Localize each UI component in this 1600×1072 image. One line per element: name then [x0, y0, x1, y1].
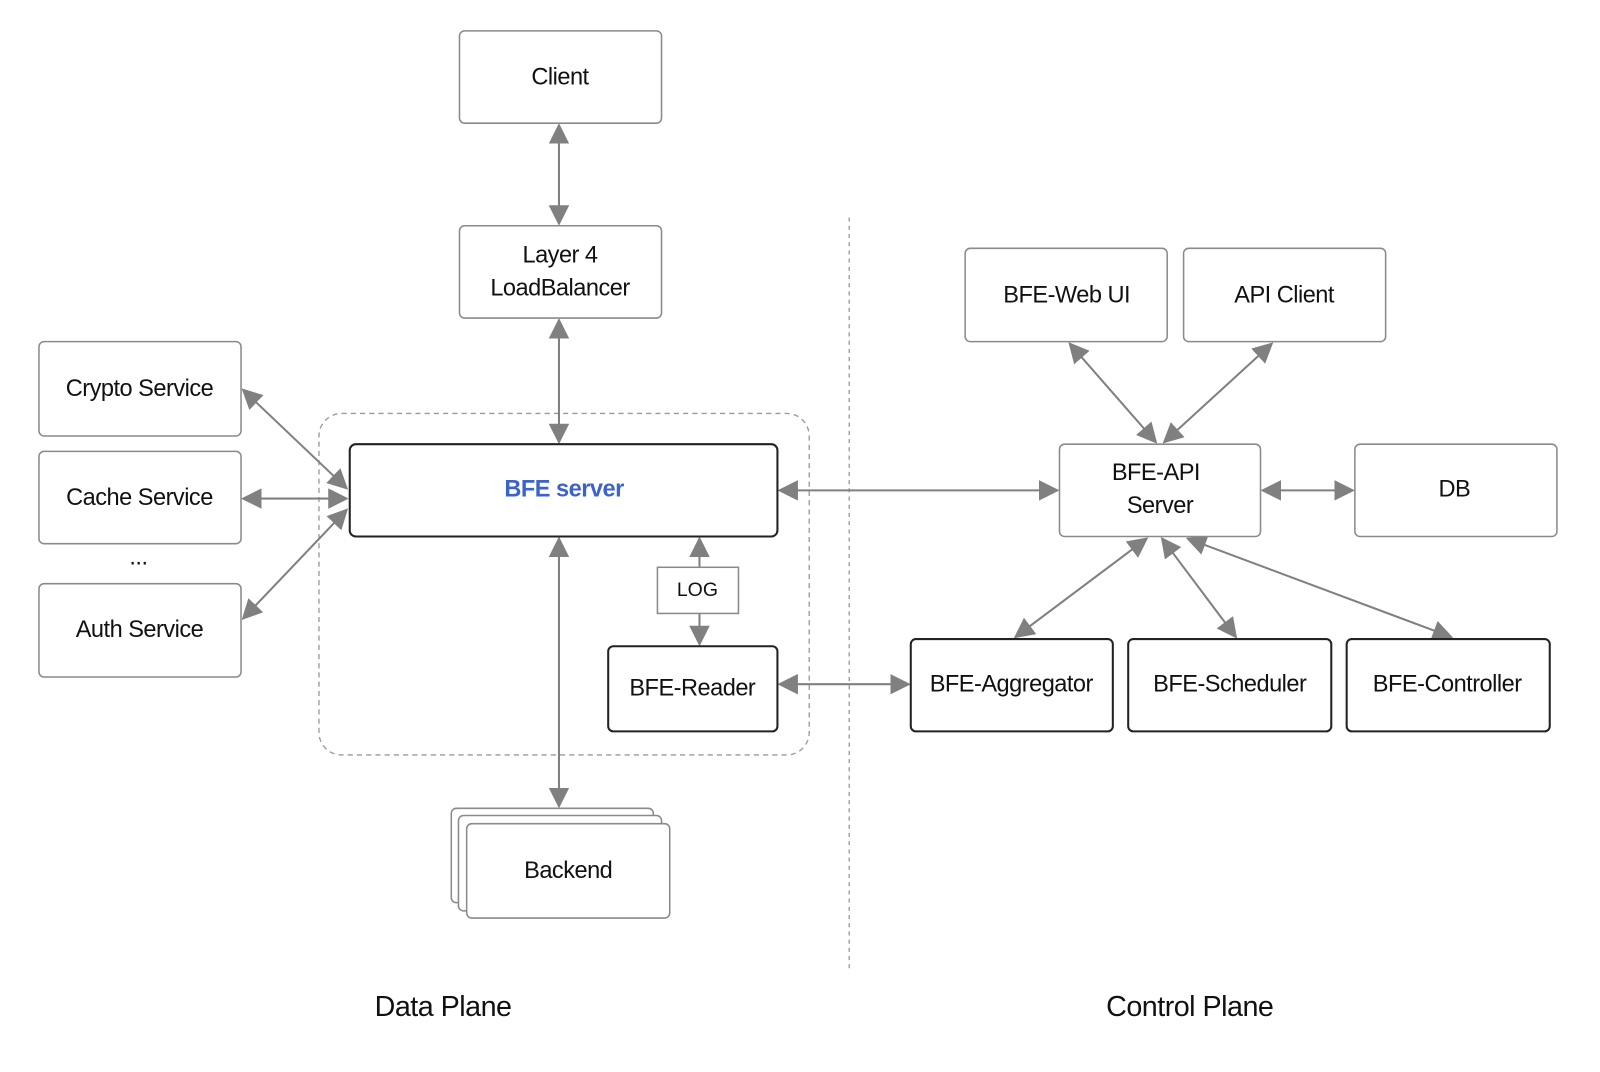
node-api-server-label-2: Server	[1127, 492, 1194, 518]
node-bfe-server: BFE server	[348, 443, 779, 538]
node-bfe-web-ui: BFE-Web UI	[964, 247, 1168, 343]
node-cache-label: Cache Service	[66, 484, 213, 510]
node-controller-label: BFE-Controller	[1373, 670, 1522, 696]
arrow-apiserver-aggregator	[1013, 537, 1149, 639]
node-load-balancer: Layer 4 LoadBalancer	[458, 224, 663, 319]
node-api-server-label-1: BFE-API	[1112, 459, 1200, 485]
node-backend: Backend	[450, 807, 671, 919]
control-plane-label: Control Plane	[1106, 991, 1273, 1023]
node-web-ui-label: BFE-Web UI	[1003, 282, 1130, 308]
arrow-crypto-server	[241, 388, 349, 490]
node-client: Client	[458, 30, 663, 124]
node-bfe-controller: BFE-Controller	[1345, 638, 1551, 733]
node-crypto-label: Crypto Service	[66, 375, 214, 401]
arrow-auth-server	[241, 508, 349, 621]
node-aggregator-label: BFE-Aggregator	[930, 670, 1094, 696]
arrow-webui-apiserver	[1068, 342, 1158, 444]
node-bfe-reader: BFE-Reader	[607, 645, 779, 733]
node-bfe-aggregator: BFE-Aggregator	[909, 638, 1114, 733]
node-bfe-api-server: BFE-API Server	[1058, 443, 1262, 538]
node-scheduler-label: BFE-Scheduler	[1153, 670, 1307, 696]
node-db: DB	[1354, 443, 1558, 538]
architecture-diagram: Client Layer 4 LoadBalancer Crypto Servi…	[38, 30, 1558, 1023]
node-api-client: API Client	[1182, 247, 1387, 343]
node-log-label: LOG	[677, 579, 718, 601]
node-db-label: DB	[1438, 476, 1470, 502]
node-backend-label: Backend	[524, 857, 612, 883]
node-auth-label: Auth Service	[76, 616, 204, 642]
node-crypto-service: Crypto Service	[38, 340, 242, 437]
node-api-client-label: API Client	[1234, 282, 1335, 308]
arrow-apiserver-controller	[1185, 535, 1454, 641]
node-client-label: Client	[531, 63, 589, 89]
node-cache-service: Cache Service	[38, 450, 242, 545]
node-log: LOG	[656, 566, 740, 615]
more-services-ellipsis: ...	[129, 543, 147, 569]
node-lb-label-1: Layer 4	[522, 242, 597, 268]
node-auth-service: Auth Service	[38, 582, 242, 678]
arrow-apiclient-apiserver	[1162, 342, 1274, 444]
node-bfe-server-label: BFE server	[504, 476, 624, 502]
node-lb-label-2: LoadBalancer	[490, 275, 630, 301]
node-bfe-reader-label: BFE-Reader	[629, 675, 756, 701]
data-plane-label: Data Plane	[375, 991, 512, 1023]
node-bfe-scheduler: BFE-Scheduler	[1127, 638, 1333, 733]
